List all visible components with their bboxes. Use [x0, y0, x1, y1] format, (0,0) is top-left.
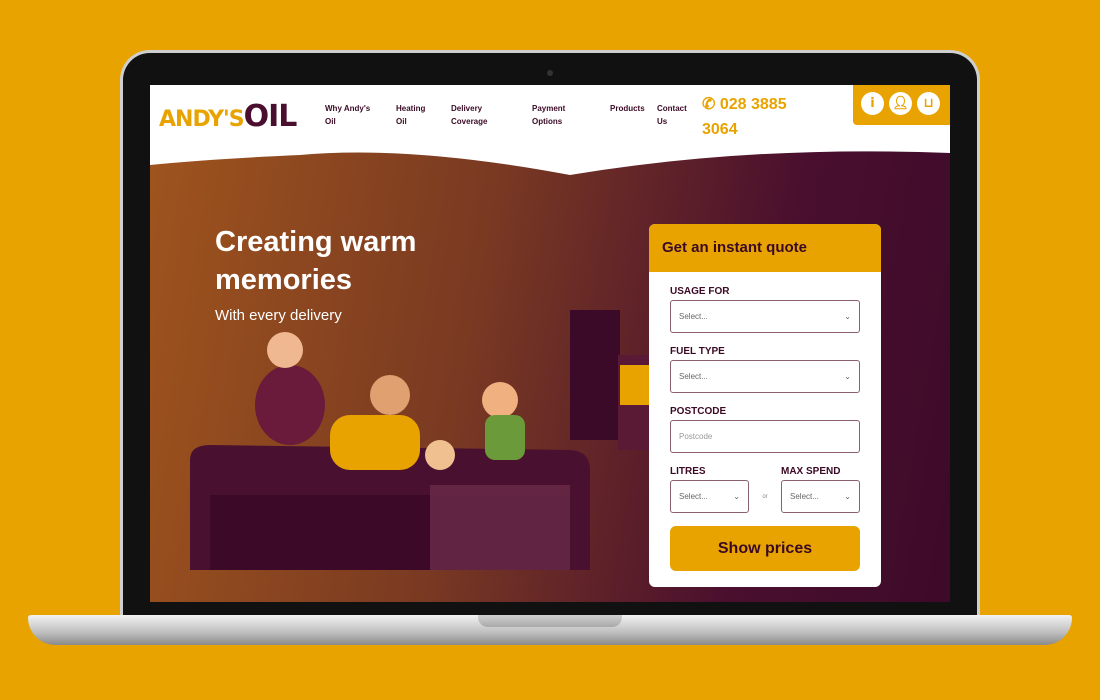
basket-icon[interactable]: ⊔ — [917, 92, 940, 115]
usage-label: USAGE FOR — [670, 286, 730, 297]
nav-products[interactable]: Products — [610, 102, 645, 115]
site-header: ANDY'SOIL Why Andy's Oil Heating Oil Del… — [150, 85, 950, 175]
nav-payment-options[interactable]: Payment Options — [532, 102, 577, 128]
quote-title: Get an instant quote — [649, 224, 881, 272]
usage-select[interactable]: Select... ⌄ — [670, 300, 860, 333]
phone-link[interactable]: ✆ 028 3885 3064 — [702, 92, 812, 142]
max-spend-select[interactable]: Select... ⌄ — [781, 480, 860, 513]
chevron-down-icon: ⌄ — [844, 372, 851, 381]
nav-why-andys-oil[interactable]: Why Andy's Oil — [325, 102, 380, 128]
fuel-label: FUEL TYPE — [670, 346, 725, 357]
postcode-label: POSTCODE — [670, 406, 727, 417]
hero-subtitle: With every delivery — [215, 307, 342, 324]
phone-icon: ✆ — [702, 96, 716, 113]
logo[interactable]: ANDY'SOIL — [159, 99, 297, 134]
litres-select[interactable]: Select... ⌄ — [670, 480, 749, 513]
postcode-input[interactable]: Postcode — [670, 420, 860, 453]
nav-contact-us[interactable]: Contact Us — [657, 102, 695, 128]
litres-label: LITRES — [670, 466, 706, 477]
max-spend-label: MAX SPEND — [781, 466, 841, 477]
chevron-down-icon: ⌄ — [844, 312, 851, 321]
hero-title: Creating warm memories — [215, 226, 417, 296]
user-icon[interactable]: 👤︎ — [889, 92, 912, 115]
nav-heating-oil[interactable]: Heating Oil — [396, 102, 436, 128]
nav-delivery-coverage[interactable]: Delivery Coverage — [451, 102, 501, 128]
laptop-notch — [478, 615, 622, 627]
camera — [547, 70, 553, 76]
info-icon[interactable]: i — [861, 92, 884, 115]
header-icons: i 👤︎ ⊔ — [853, 85, 950, 125]
chevron-down-icon: ⌄ — [844, 492, 851, 501]
quote-form: Get an instant quote USAGE FOR Select...… — [649, 224, 881, 587]
or-text: or — [762, 494, 768, 500]
website-screen: ANDY'SOIL Why Andy's Oil Heating Oil Del… — [150, 85, 950, 602]
chevron-down-icon: ⌄ — [733, 492, 740, 501]
show-prices-button[interactable]: Show prices — [670, 526, 860, 571]
fuel-select[interactable]: Select... ⌄ — [670, 360, 860, 393]
